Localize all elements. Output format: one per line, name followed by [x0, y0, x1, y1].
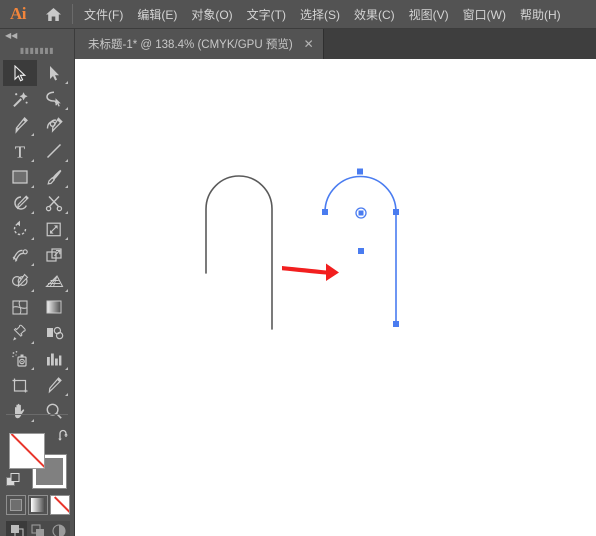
flyout-indicator-icon	[31, 367, 34, 370]
document-tab[interactable]: 未标题-1* @ 138.4% (CMYK/GPU 预览) ✕	[75, 29, 324, 59]
tool-direct-selection[interactable]	[37, 60, 71, 86]
tool-lasso[interactable]	[37, 86, 71, 112]
tool-mesh[interactable]	[3, 294, 37, 320]
none-indicator-icon	[10, 434, 44, 468]
menu-help[interactable]: 帮助(H)	[513, 2, 568, 27]
tool-artboard[interactable]	[3, 372, 37, 398]
tool-magic-wand[interactable]	[3, 86, 37, 112]
tool-scale[interactable]	[37, 216, 71, 242]
document-tab-bar: 未标题-1* @ 138.4% (CMYK/GPU 预览) ✕	[75, 29, 596, 59]
color-mode-none[interactable]	[50, 495, 70, 515]
drawing-mode-buttons	[6, 521, 70, 536]
flyout-indicator-icon	[31, 419, 34, 422]
transform-arrow	[282, 263, 339, 281]
flyout-indicator-icon	[65, 159, 68, 162]
tool-rectangle[interactable]	[3, 164, 37, 190]
draw-inside-mode[interactable]	[49, 521, 70, 536]
tool-pen[interactable]	[3, 112, 37, 138]
anchor-left	[322, 209, 328, 215]
flyout-indicator-icon	[65, 107, 68, 110]
default-fill-stroke-icon[interactable]	[6, 473, 21, 493]
tool-hand[interactable]	[3, 398, 37, 424]
illustrator-window: Ai 文件(F) 编辑(E) 对象(O) 文字(T) 选择(S) 效果(C) 视…	[0, 0, 596, 536]
menu-object[interactable]: 对象(O)	[184, 2, 239, 27]
tool-column-graph[interactable]	[37, 346, 71, 372]
tool-line-segment[interactable]	[37, 138, 71, 164]
swap-fill-stroke-icon[interactable]	[57, 429, 70, 445]
ai-logo-icon: Ai	[10, 4, 27, 23]
menu-file[interactable]: 文件(F)	[77, 2, 130, 27]
flyout-indicator-icon	[65, 237, 68, 240]
flyout-indicator-icon	[31, 159, 34, 162]
tool-curvature[interactable]	[37, 112, 71, 138]
object-center-point	[355, 207, 367, 219]
tool-eyedropper[interactable]	[3, 320, 37, 346]
fill-swatch[interactable]	[9, 433, 45, 469]
anchor-bottom	[393, 321, 399, 327]
flyout-indicator-icon	[31, 263, 34, 266]
anchor-top	[357, 168, 363, 175]
tool-blend[interactable]	[37, 320, 71, 346]
canvas-artwork	[205, 168, 399, 330]
menu-select[interactable]: 选择(S)	[293, 2, 347, 27]
tool-perspective-grid[interactable]	[37, 268, 71, 294]
anchor-right	[393, 209, 399, 215]
tools-panel-header: ◀◀ ▮▮▮▮▮▮▮	[0, 29, 74, 60]
flyout-indicator-icon	[65, 289, 68, 292]
menu-type[interactable]: 文字(T)	[240, 2, 293, 27]
flyout-indicator-icon	[65, 393, 68, 396]
solid-color-icon	[10, 499, 22, 511]
tool-grid: T	[3, 60, 71, 424]
tool-type[interactable]: T	[3, 138, 37, 164]
tools-panel: ◀◀ ▮▮▮▮▮▮▮ T	[0, 29, 75, 536]
tool-gradient[interactable]	[37, 294, 71, 320]
source-arch-path[interactable]	[205, 175, 273, 330]
color-mode-solid[interactable]	[6, 495, 26, 515]
panel-grip-handle[interactable]: ▮▮▮▮▮▮▮	[0, 46, 74, 55]
tool-free-transform[interactable]	[37, 242, 71, 268]
draw-behind-mode[interactable]	[27, 521, 48, 536]
tool-paintbrush[interactable]	[37, 164, 71, 190]
anchor-middle	[358, 248, 364, 254]
tool-width[interactable]	[3, 242, 37, 268]
tool-shaper[interactable]	[3, 190, 37, 216]
flyout-indicator-icon	[65, 185, 68, 188]
document-tab-label: 未标题-1* @ 138.4% (CMYK/GPU 预览)	[88, 39, 293, 51]
close-icon[interactable]: ✕	[293, 38, 323, 50]
menu-edit[interactable]: 编辑(E)	[130, 2, 184, 27]
flyout-indicator-icon	[65, 81, 68, 84]
tool-rotate[interactable]	[3, 216, 37, 242]
gradient-icon	[31, 498, 45, 512]
artboard-canvas[interactable]	[75, 59, 596, 536]
home-icon[interactable]	[36, 0, 70, 29]
draw-normal-mode[interactable]	[6, 521, 28, 536]
flyout-indicator-icon	[31, 237, 34, 240]
flyout-indicator-icon	[31, 211, 34, 214]
flyout-indicator-icon	[65, 211, 68, 214]
none-icon	[53, 496, 69, 514]
tool-symbol-sprayer[interactable]	[3, 346, 37, 372]
menu-effect[interactable]: 效果(C)	[347, 2, 402, 27]
menubar-divider	[72, 4, 73, 24]
color-mode-gradient[interactable]	[28, 495, 48, 515]
toolbar-divider	[6, 414, 68, 415]
collapse-panel-icon[interactable]: ◀◀	[5, 31, 17, 40]
tool-zoom[interactable]	[37, 398, 71, 424]
tool-selection[interactable]	[3, 60, 37, 86]
flyout-indicator-icon	[31, 133, 34, 136]
flyout-indicator-icon	[65, 367, 68, 370]
tool-shape-builder[interactable]	[3, 268, 37, 294]
menu-window[interactable]: 窗口(W)	[456, 2, 513, 27]
anchor-points-group	[322, 168, 399, 327]
flyout-indicator-icon	[31, 185, 34, 188]
tool-slice[interactable]	[37, 372, 71, 398]
svg-text:T: T	[15, 143, 26, 160]
flyout-indicator-icon	[31, 289, 34, 292]
flyout-indicator-icon	[31, 341, 34, 344]
menu-view[interactable]: 视图(V)	[402, 2, 456, 27]
color-mode-buttons	[6, 495, 70, 517]
tool-scissors[interactable]	[37, 190, 71, 216]
menu-bar: Ai 文件(F) 编辑(E) 对象(O) 文字(T) 选择(S) 效果(C) 视…	[0, 0, 596, 29]
fill-stroke-controls	[6, 429, 70, 491]
